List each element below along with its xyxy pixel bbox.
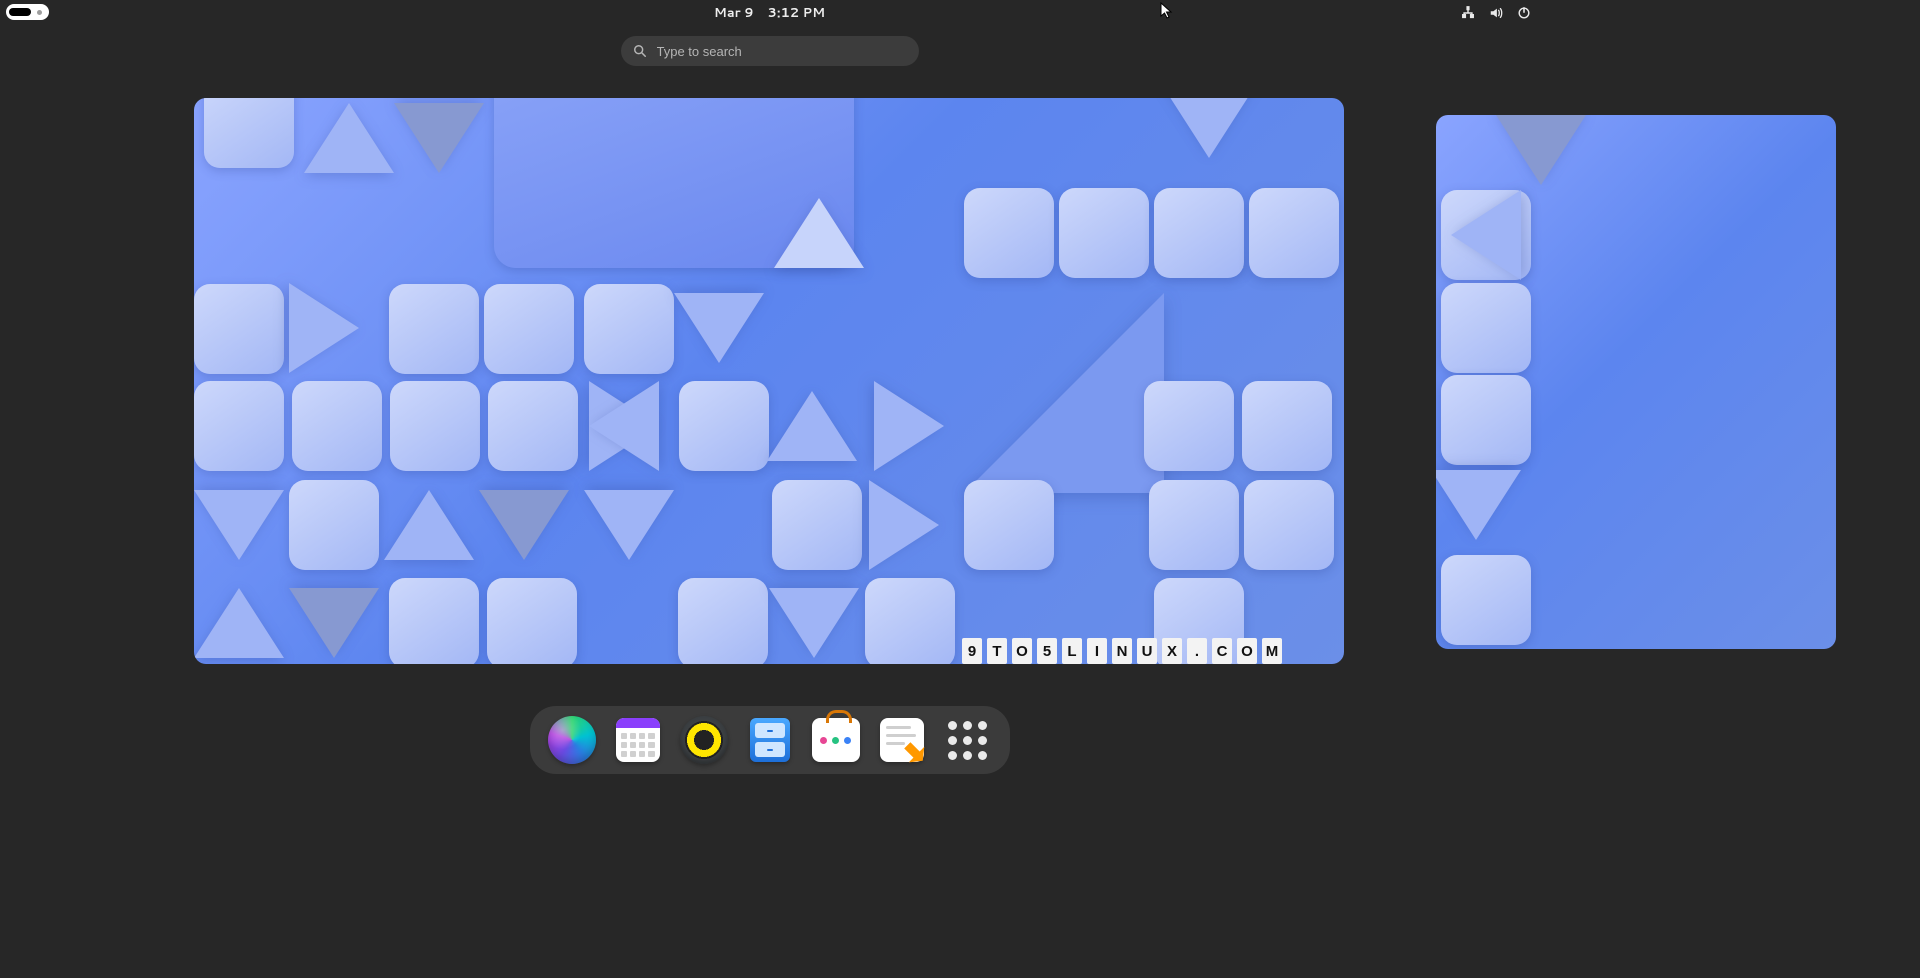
dock-app-software[interactable]: [812, 716, 860, 764]
files-icon: [750, 718, 790, 762]
text-editor-icon: [880, 718, 924, 762]
web-browser-icon: [548, 716, 596, 764]
wallpaper: [1436, 115, 1836, 649]
power-icon: [1517, 6, 1531, 20]
wallpaper: [194, 98, 1344, 664]
volume-icon: [1489, 6, 1503, 20]
workspace-thumbnail-2[interactable]: [1436, 115, 1836, 649]
workspace-thumbnail-1[interactable]: 9TO5LINUX.COM: [194, 98, 1344, 664]
search-icon: [633, 44, 647, 58]
network-wired-icon: [1461, 6, 1475, 20]
watermark: 9TO5LINUX.COM: [962, 638, 1282, 664]
app-grid-icon: [948, 721, 987, 760]
dash: [530, 706, 1010, 774]
search-input[interactable]: [657, 44, 907, 59]
dock-app-files[interactable]: [746, 716, 794, 764]
top-bar: Mar 9 3:12 PM: [0, 0, 1539, 26]
date-label: Mar 9: [714, 4, 754, 22]
dock-app-text-editor[interactable]: [878, 716, 926, 764]
dock-show-applications[interactable]: [944, 716, 992, 764]
dock-app-calendar[interactable]: [614, 716, 662, 764]
workspace-indicator-dot: [37, 10, 42, 15]
activities-pill[interactable]: [6, 4, 49, 20]
software-icon: [812, 718, 860, 762]
dock-app-music[interactable]: [680, 716, 728, 764]
calendar-icon: [616, 718, 660, 762]
dock-app-web-browser[interactable]: [548, 716, 596, 764]
time-label: 3:12 PM: [768, 4, 826, 22]
clock-button[interactable]: Mar 9 3:12 PM: [714, 4, 825, 22]
music-icon: [680, 716, 728, 764]
system-status-area[interactable]: [1461, 0, 1531, 26]
overview-search[interactable]: [621, 36, 919, 66]
workspace-indicator-active: [9, 8, 31, 16]
